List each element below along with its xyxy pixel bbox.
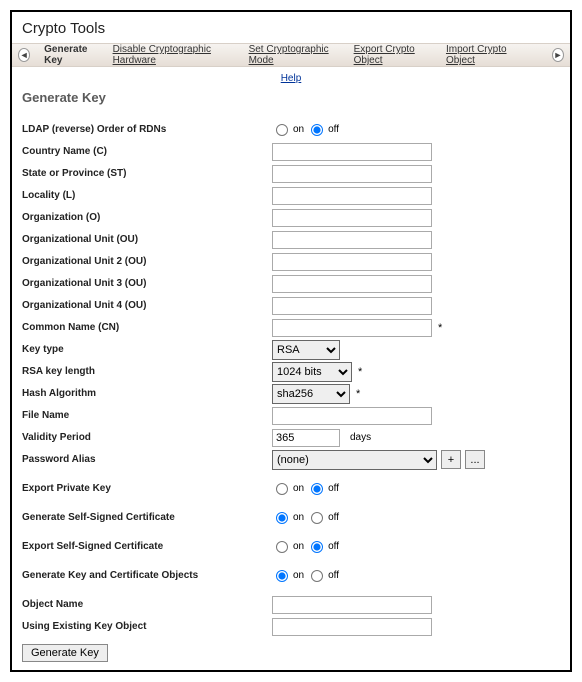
radio-off-label: off (328, 541, 339, 552)
pwdalias-select[interactable]: (none) (272, 450, 437, 470)
ou1-input[interactable] (272, 231, 432, 249)
pwdalias-browse-button[interactable]: ... (465, 450, 485, 469)
arrow-left-icon: ◄ (20, 50, 29, 60)
ou3-input[interactable] (272, 275, 432, 293)
label-useexisting: Using Existing Key Object (22, 621, 272, 632)
radio-off-label: off (328, 570, 339, 581)
label-gensscert: Generate Self-Signed Certificate (22, 512, 272, 523)
state-input[interactable] (272, 165, 432, 183)
country-input[interactable] (272, 143, 432, 161)
exportpk-on-radio[interactable] (276, 483, 288, 495)
label-cn: Common Name (CN) (22, 322, 272, 333)
validity-input[interactable] (272, 429, 340, 447)
org-input[interactable] (272, 209, 432, 227)
label-hash: Hash Algorithm (22, 388, 272, 399)
pwdalias-plus-button[interactable]: + (441, 450, 461, 469)
section-heading: Generate Key (12, 88, 570, 119)
keytype-select[interactable]: RSA (272, 340, 340, 360)
genkeycert-on-radio[interactable] (276, 570, 288, 582)
radio-off-label: off (328, 512, 339, 523)
label-ou3: Organizational Unit 3 (OU) (22, 278, 272, 289)
ldap-on-radio[interactable] (276, 124, 288, 136)
label-objname: Object Name (22, 599, 272, 610)
label-pwdalias: Password Alias (22, 454, 272, 465)
label-country: Country Name (C) (22, 146, 272, 157)
gensscert-off-radio[interactable] (311, 512, 323, 524)
tab-import-object[interactable]: Import Crypto Object (446, 44, 524, 66)
locality-input[interactable] (272, 187, 432, 205)
label-org: Organization (O) (22, 212, 272, 223)
radio-on-label: on (293, 512, 304, 523)
radio-on-label: on (293, 541, 304, 552)
objname-input[interactable] (272, 596, 432, 614)
ldap-radio-group: on off (272, 124, 339, 136)
ou4-input[interactable] (272, 297, 432, 315)
ldap-off-radio[interactable] (311, 124, 323, 136)
arrow-right-icon: ► (553, 50, 562, 60)
genkeycert-off-radio[interactable] (311, 570, 323, 582)
label-exportpk: Export Private Key (22, 483, 272, 494)
tab-export-object[interactable]: Export Crypto Object (354, 44, 432, 66)
gensscert-on-radio[interactable] (276, 512, 288, 524)
label-genkeycert: Generate Key and Certificate Objects (22, 570, 272, 581)
hash-required: * (354, 388, 360, 400)
label-keylen: RSA key length (22, 366, 272, 377)
radio-off-label: off (328, 483, 339, 494)
label-validity: Validity Period (22, 432, 272, 443)
label-keytype: Key type (22, 344, 272, 355)
generate-key-form: LDAP (reverse) Order of RDNs on off Coun… (12, 119, 570, 637)
exportsscert-on-radio[interactable] (276, 541, 288, 553)
app-frame: Crypto Tools ◄ Generate Key Disable Cryp… (10, 10, 572, 672)
label-exportsscert: Export Self-Signed Certificate (22, 541, 272, 552)
label-ldap: LDAP (reverse) Order of RDNs (22, 124, 272, 135)
label-state: State or Province (ST) (22, 168, 272, 179)
nav-forward-button[interactable]: ► (552, 48, 564, 62)
cn-input[interactable] (272, 319, 432, 337)
label-ou1: Organizational Unit (OU) (22, 234, 272, 245)
filename-input[interactable] (272, 407, 432, 425)
generate-key-button[interactable]: Generate Key (22, 644, 108, 662)
nav-back-button[interactable]: ◄ (18, 48, 30, 62)
tab-bar: ◄ Generate Key Disable Cryptographic Har… (12, 43, 570, 67)
radio-on-label: on (293, 124, 304, 135)
ou2-input[interactable] (272, 253, 432, 271)
useexisting-input[interactable] (272, 618, 432, 636)
label-filename: File Name (22, 410, 272, 421)
radio-on-label: on (293, 570, 304, 581)
exportpk-off-radio[interactable] (311, 483, 323, 495)
label-locality: Locality (L) (22, 190, 272, 201)
keylen-required: * (356, 366, 362, 378)
tab-set-mode[interactable]: Set Cryptographic Mode (249, 44, 340, 66)
hash-select[interactable]: sha256 (272, 384, 350, 404)
exportsscert-off-radio[interactable] (311, 541, 323, 553)
keylen-select[interactable]: 1024 bits (272, 362, 352, 382)
validity-suffix: days (344, 432, 371, 443)
radio-off-label: off (328, 124, 339, 135)
help-row: Help (12, 67, 570, 88)
cn-required: * (436, 322, 442, 334)
tab-disable-hardware[interactable]: Disable Cryptographic Hardware (113, 44, 235, 66)
label-ou4: Organizational Unit 4 (OU) (22, 300, 272, 311)
page-title: Crypto Tools (12, 12, 570, 43)
label-ou2: Organizational Unit 2 (OU) (22, 256, 272, 267)
radio-on-label: on (293, 483, 304, 494)
tab-generate-key[interactable]: Generate Key (44, 44, 98, 66)
help-link[interactable]: Help (281, 73, 302, 84)
